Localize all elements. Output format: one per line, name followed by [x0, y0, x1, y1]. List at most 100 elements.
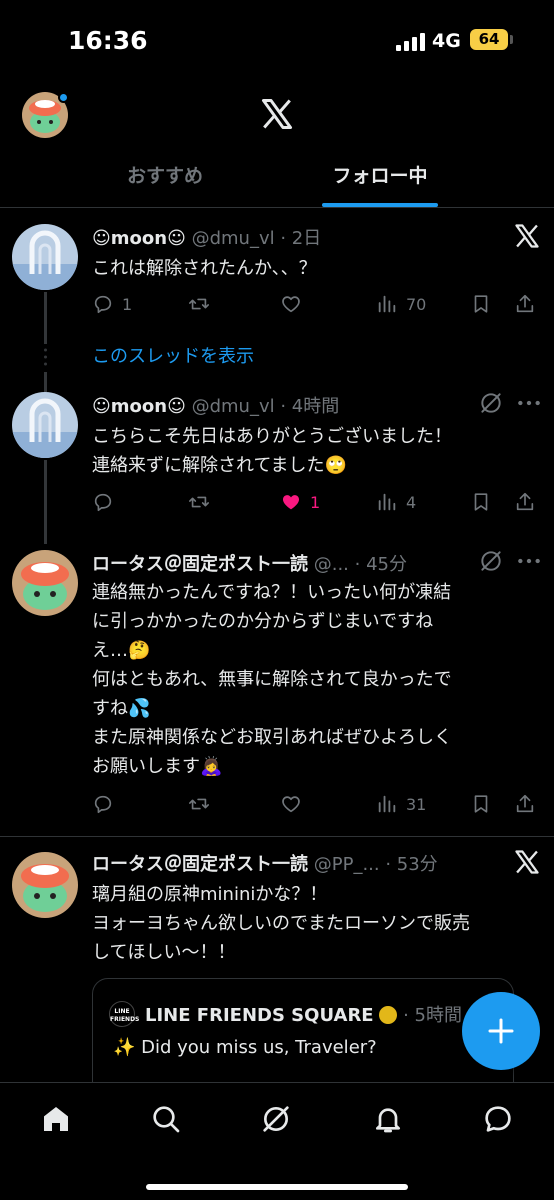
- views-button[interactable]: 70: [376, 290, 426, 318]
- tweet-line: また原神関係などお取引あればぜひよろしく: [92, 727, 452, 748]
- author-name[interactable]: ロータス＠固定ポスト一読: [92, 854, 308, 875]
- author-name[interactable]: ロータス＠固定ポスト一読: [92, 554, 308, 575]
- views-icon: [376, 793, 398, 815]
- tab-following[interactable]: フォロー中: [300, 150, 460, 208]
- views-count: 4: [406, 492, 417, 512]
- tweet-line: してほしい〜！！: [92, 942, 236, 963]
- quoted-avatar: LINE FRIENDS: [109, 1001, 139, 1027]
- like-icon: [280, 793, 302, 815]
- like-button[interactable]: 1: [280, 488, 320, 516]
- retweet-icon: [188, 793, 210, 815]
- tab-for-you[interactable]: おすすめ: [70, 150, 260, 208]
- home-icon[interactable]: [40, 1103, 72, 1135]
- active-tab-indicator: [322, 203, 438, 207]
- reply-icon: [92, 491, 114, 513]
- tweet-header: ☺︎moon☺︎ @dmu_vl · 4時間: [92, 392, 472, 420]
- network-label: 4G: [432, 30, 461, 52]
- author-name[interactable]: ☺︎moon☺︎: [92, 228, 186, 249]
- views-icon: [376, 293, 398, 315]
- quoted-meta: · 5時間: [403, 1005, 462, 1026]
- grok-icon[interactable]: [260, 1103, 292, 1135]
- like-count: 1: [310, 492, 321, 512]
- grok-icon[interactable]: [478, 390, 504, 416]
- tweet-line: お願いします🙇‍♀️: [92, 756, 223, 777]
- bookmark-button[interactable]: [470, 790, 492, 818]
- messages-icon[interactable]: [482, 1103, 514, 1135]
- retweet-button[interactable]: [188, 790, 218, 818]
- bookmark-icon: [470, 293, 492, 315]
- tweet-header: ☺︎moon☺︎ @dmu_vl · 2日: [92, 224, 502, 252]
- author-meta[interactable]: @... · 45分: [314, 554, 407, 575]
- reply-count: 1: [122, 294, 133, 314]
- tweet-line: 璃月組の原神mininiかな？！: [92, 884, 328, 905]
- search-icon[interactable]: [150, 1103, 182, 1135]
- avatar[interactable]: [12, 392, 78, 458]
- share-icon: [514, 491, 536, 513]
- status-bar: 16:36 4G 64: [0, 0, 554, 84]
- tweet-text: 璃月組の原神mininiかな？！ ヨォーヨちゃん欲しいのでまたローソンで販売 し…: [92, 880, 528, 967]
- thread-line: [44, 292, 47, 344]
- views-button[interactable]: 31: [376, 790, 426, 818]
- timeline-tabs: おすすめ フォロー中: [0, 150, 554, 208]
- quoted-author-name: LINE FRIENDS SQUARE: [145, 1005, 374, 1026]
- tweet-actions: 1 4: [92, 488, 540, 516]
- author-meta[interactable]: @dmu_vl · 2日: [192, 228, 322, 249]
- tweet-line: え…🤔: [92, 640, 151, 661]
- bookmark-button[interactable]: [470, 290, 492, 318]
- status-time: 16:36: [68, 26, 148, 55]
- reply-icon: [92, 293, 114, 315]
- tweet-line: 連絡無かったんですね？！いったい何が凍結: [92, 582, 452, 603]
- tweet-actions: 31: [92, 790, 540, 818]
- bookmark-icon: [470, 491, 492, 513]
- tweet-header: ロータス＠固定ポスト一読 @PP_... · 53分: [92, 850, 502, 878]
- show-thread-link[interactable]: このスレッドを表示: [92, 342, 254, 368]
- quoted-header: LINE FRIENDS SQUARE · 5時間: [145, 1001, 462, 1027]
- notifications-icon[interactable]: [372, 1103, 404, 1135]
- compose-button[interactable]: [462, 992, 540, 1070]
- thread-gap-dots: [44, 348, 47, 366]
- like-button[interactable]: [280, 290, 310, 318]
- share-button[interactable]: [514, 790, 536, 818]
- more-icon[interactable]: [516, 548, 542, 574]
- views-button[interactable]: 4: [376, 488, 416, 516]
- retweet-button[interactable]: [188, 290, 218, 318]
- share-button[interactable]: [514, 488, 536, 516]
- avatar-image: [12, 392, 78, 458]
- tweet-text: 連絡無かったんですね？！いったい何が凍結 に引っかかったのか分からずじまいですね…: [92, 578, 528, 781]
- like-icon: [280, 293, 302, 315]
- grok-icon[interactable]: [478, 548, 504, 574]
- author-name[interactable]: ☺︎moon☺︎: [92, 396, 186, 417]
- like-icon-filled: [280, 491, 302, 513]
- tweet-text: こちらこそ先日はありがとうございました！ 連絡来ずに解除されてました🙄: [92, 422, 528, 480]
- author-meta[interactable]: @PP_... · 53分: [314, 854, 438, 875]
- avatar-image: [12, 852, 78, 918]
- battery-indicator: 64: [470, 29, 508, 50]
- views-icon: [376, 491, 398, 513]
- x-logo-icon[interactable]: [258, 96, 296, 132]
- avatar-image: [12, 224, 78, 290]
- retweet-icon: [188, 491, 210, 513]
- avatar[interactable]: [12, 550, 78, 616]
- x-logo-icon: [513, 848, 541, 876]
- more-icon[interactable]: [516, 390, 542, 416]
- retweet-button[interactable]: [188, 488, 218, 516]
- reply-button[interactable]: [92, 488, 122, 516]
- quoted-text: ✨ Did you miss us, Traveler?: [113, 1037, 377, 1058]
- avatar[interactable]: [12, 224, 78, 290]
- x-logo-icon: [513, 222, 541, 250]
- bookmark-button[interactable]: [470, 488, 492, 516]
- share-icon: [514, 293, 536, 315]
- reply-button[interactable]: [92, 790, 122, 818]
- author-meta[interactable]: @dmu_vl · 4時間: [192, 396, 340, 417]
- tweet-line: 連絡来ずに解除されてました🙄: [92, 455, 347, 476]
- like-button[interactable]: [280, 790, 310, 818]
- avatar[interactable]: [12, 852, 78, 918]
- battery-tip: [510, 35, 513, 44]
- reply-button[interactable]: 1: [92, 290, 132, 318]
- notification-dot: [58, 92, 69, 103]
- thread-line: [44, 460, 47, 544]
- avatar-image: [12, 550, 78, 616]
- tweet-header: ロータス＠固定ポスト一読 @... · 45分: [92, 550, 472, 578]
- share-button[interactable]: [514, 290, 536, 318]
- bottom-navigation: [0, 1082, 554, 1200]
